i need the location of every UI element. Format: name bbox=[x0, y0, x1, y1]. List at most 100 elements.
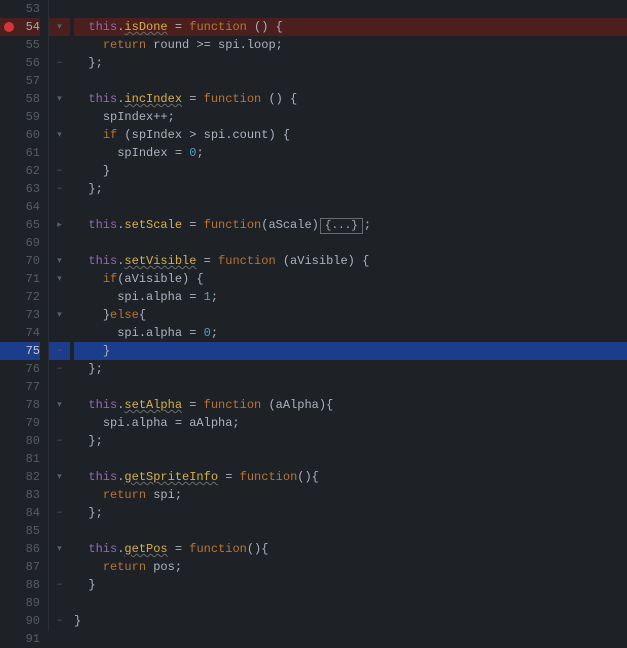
line-number[interactable]: 74 bbox=[0, 324, 40, 342]
folded-region[interactable]: {...} bbox=[320, 218, 363, 234]
line-number[interactable]: 54 bbox=[0, 18, 40, 36]
line-number[interactable]: 63 bbox=[0, 180, 40, 198]
line-number[interactable]: 55 bbox=[0, 36, 40, 54]
code-line[interactable]: } bbox=[74, 162, 627, 180]
code-line[interactable]: }; bbox=[74, 54, 627, 72]
code-line[interactable]: }else{ bbox=[74, 306, 627, 324]
line-number[interactable]: 75 bbox=[0, 342, 40, 360]
code-line[interactable]: }; bbox=[74, 360, 627, 378]
fold-marker[interactable] bbox=[49, 144, 70, 162]
code-line[interactable]: return round >= spi.loop; bbox=[74, 36, 627, 54]
line-number[interactable]: 72 bbox=[0, 288, 40, 306]
code-line[interactable] bbox=[74, 450, 627, 468]
fold-marker[interactable] bbox=[49, 558, 70, 576]
fold-marker[interactable] bbox=[49, 72, 70, 90]
fold-marker[interactable] bbox=[49, 198, 70, 216]
fold-marker[interactable] bbox=[49, 414, 70, 432]
line-number[interactable]: 65 bbox=[0, 216, 40, 234]
fold-marker[interactable] bbox=[49, 594, 70, 612]
code-line[interactable] bbox=[74, 630, 627, 648]
line-number[interactable]: 60 bbox=[0, 126, 40, 144]
code-line[interactable] bbox=[74, 234, 627, 252]
line-number[interactable]: 59 bbox=[0, 108, 40, 126]
fold-marker-open[interactable]: ▾ bbox=[49, 126, 70, 144]
code-line[interactable]: if(aVisible) { bbox=[74, 270, 627, 288]
line-number[interactable]: 70 bbox=[0, 252, 40, 270]
code-line[interactable] bbox=[74, 0, 627, 18]
code-line[interactable]: return spi; bbox=[74, 486, 627, 504]
fold-marker[interactable] bbox=[49, 378, 70, 396]
line-number[interactable]: 80 bbox=[0, 432, 40, 450]
line-number[interactable]: 83 bbox=[0, 486, 40, 504]
line-number[interactable]: 64 bbox=[0, 198, 40, 216]
fold-marker-open[interactable]: ▾ bbox=[49, 18, 70, 36]
line-number[interactable]: 89 bbox=[0, 594, 40, 612]
line-number[interactable]: 76 bbox=[0, 360, 40, 378]
code-line[interactable]: spIndex++; bbox=[74, 108, 627, 126]
code-line[interactable]: return pos; bbox=[74, 558, 627, 576]
fold-marker-close[interactable]: − bbox=[49, 180, 70, 198]
code-line[interactable] bbox=[74, 594, 627, 612]
code-line[interactable]: spi.alpha = 1; bbox=[74, 288, 627, 306]
line-number[interactable]: 86 bbox=[0, 540, 40, 558]
code-line[interactable]: } bbox=[74, 342, 627, 360]
fold-marker-close[interactable]: − bbox=[49, 576, 70, 594]
line-number[interactable]: 53 bbox=[0, 0, 40, 18]
fold-marker-close[interactable]: − bbox=[49, 360, 70, 378]
fold-marker-open[interactable]: ▾ bbox=[49, 252, 70, 270]
code-line[interactable]: if (spIndex > spi.count) { bbox=[74, 126, 627, 144]
fold-marker-close[interactable]: − bbox=[49, 162, 70, 180]
line-number[interactable]: 77 bbox=[0, 378, 40, 396]
line-number[interactable]: 87 bbox=[0, 558, 40, 576]
code-line[interactable]: }; bbox=[74, 504, 627, 522]
fold-marker-close[interactable]: − bbox=[49, 432, 70, 450]
code-line[interactable]: this.isDone = function () { bbox=[74, 18, 627, 36]
fold-marker[interactable] bbox=[49, 522, 70, 540]
fold-marker-open[interactable]: ▾ bbox=[49, 306, 70, 324]
code-line[interactable]: spi.alpha = 0; bbox=[74, 324, 627, 342]
code-line[interactable]: } bbox=[74, 612, 627, 630]
fold-marker-open[interactable]: ▾ bbox=[49, 540, 70, 558]
line-number[interactable]: 81 bbox=[0, 450, 40, 468]
line-number[interactable]: 84 bbox=[0, 504, 40, 522]
fold-marker[interactable] bbox=[49, 36, 70, 54]
breakpoint-icon[interactable] bbox=[4, 22, 14, 32]
code-line[interactable] bbox=[74, 72, 627, 90]
code-line[interactable] bbox=[74, 198, 627, 216]
fold-marker-collapsed[interactable]: ▸ bbox=[49, 216, 70, 234]
code-line[interactable]: } bbox=[74, 576, 627, 594]
fold-marker-close[interactable]: − bbox=[49, 612, 70, 630]
fold-marker-open[interactable]: ▾ bbox=[49, 396, 70, 414]
line-number[interactable]: 62 bbox=[0, 162, 40, 180]
line-number[interactable]: 85 bbox=[0, 522, 40, 540]
code-line[interactable]: this.getPos = function(){ bbox=[74, 540, 627, 558]
fold-marker-close[interactable]: − bbox=[49, 342, 70, 360]
line-number[interactable]: 90 bbox=[0, 612, 40, 630]
fold-marker[interactable] bbox=[49, 0, 70, 18]
fold-marker[interactable] bbox=[49, 108, 70, 126]
code-line[interactable]: this.setAlpha = function (aAlpha){ bbox=[74, 396, 627, 414]
line-number[interactable]: 57 bbox=[0, 72, 40, 90]
line-number[interactable]: 73 bbox=[0, 306, 40, 324]
code-line[interactable]: this.getSpriteInfo = function(){ bbox=[74, 468, 627, 486]
line-number[interactable]: 91 bbox=[0, 630, 40, 648]
line-number[interactable]: 79 bbox=[0, 414, 40, 432]
code-line[interactable]: this.incIndex = function () { bbox=[74, 90, 627, 108]
code-line[interactable]: }; bbox=[74, 432, 627, 450]
line-number[interactable]: 56 bbox=[0, 54, 40, 72]
fold-marker[interactable] bbox=[49, 450, 70, 468]
line-number[interactable]: 71 bbox=[0, 270, 40, 288]
code-line[interactable]: }; bbox=[74, 180, 627, 198]
code-line[interactable]: spi.alpha = aAlpha; bbox=[74, 414, 627, 432]
fold-marker[interactable] bbox=[49, 234, 70, 252]
code-line[interactable]: this.setVisible = function (aVisible) { bbox=[74, 252, 627, 270]
line-number[interactable]: 88 bbox=[0, 576, 40, 594]
fold-marker[interactable] bbox=[49, 486, 70, 504]
fold-marker-open[interactable]: ▾ bbox=[49, 468, 70, 486]
code-line[interactable] bbox=[74, 378, 627, 396]
code-area[interactable]: this.isDone = function () { return round… bbox=[70, 0, 627, 631]
line-number[interactable]: 58 bbox=[0, 90, 40, 108]
fold-marker[interactable] bbox=[49, 288, 70, 306]
line-number[interactable]: 82 bbox=[0, 468, 40, 486]
fold-marker-open[interactable]: ▾ bbox=[49, 90, 70, 108]
